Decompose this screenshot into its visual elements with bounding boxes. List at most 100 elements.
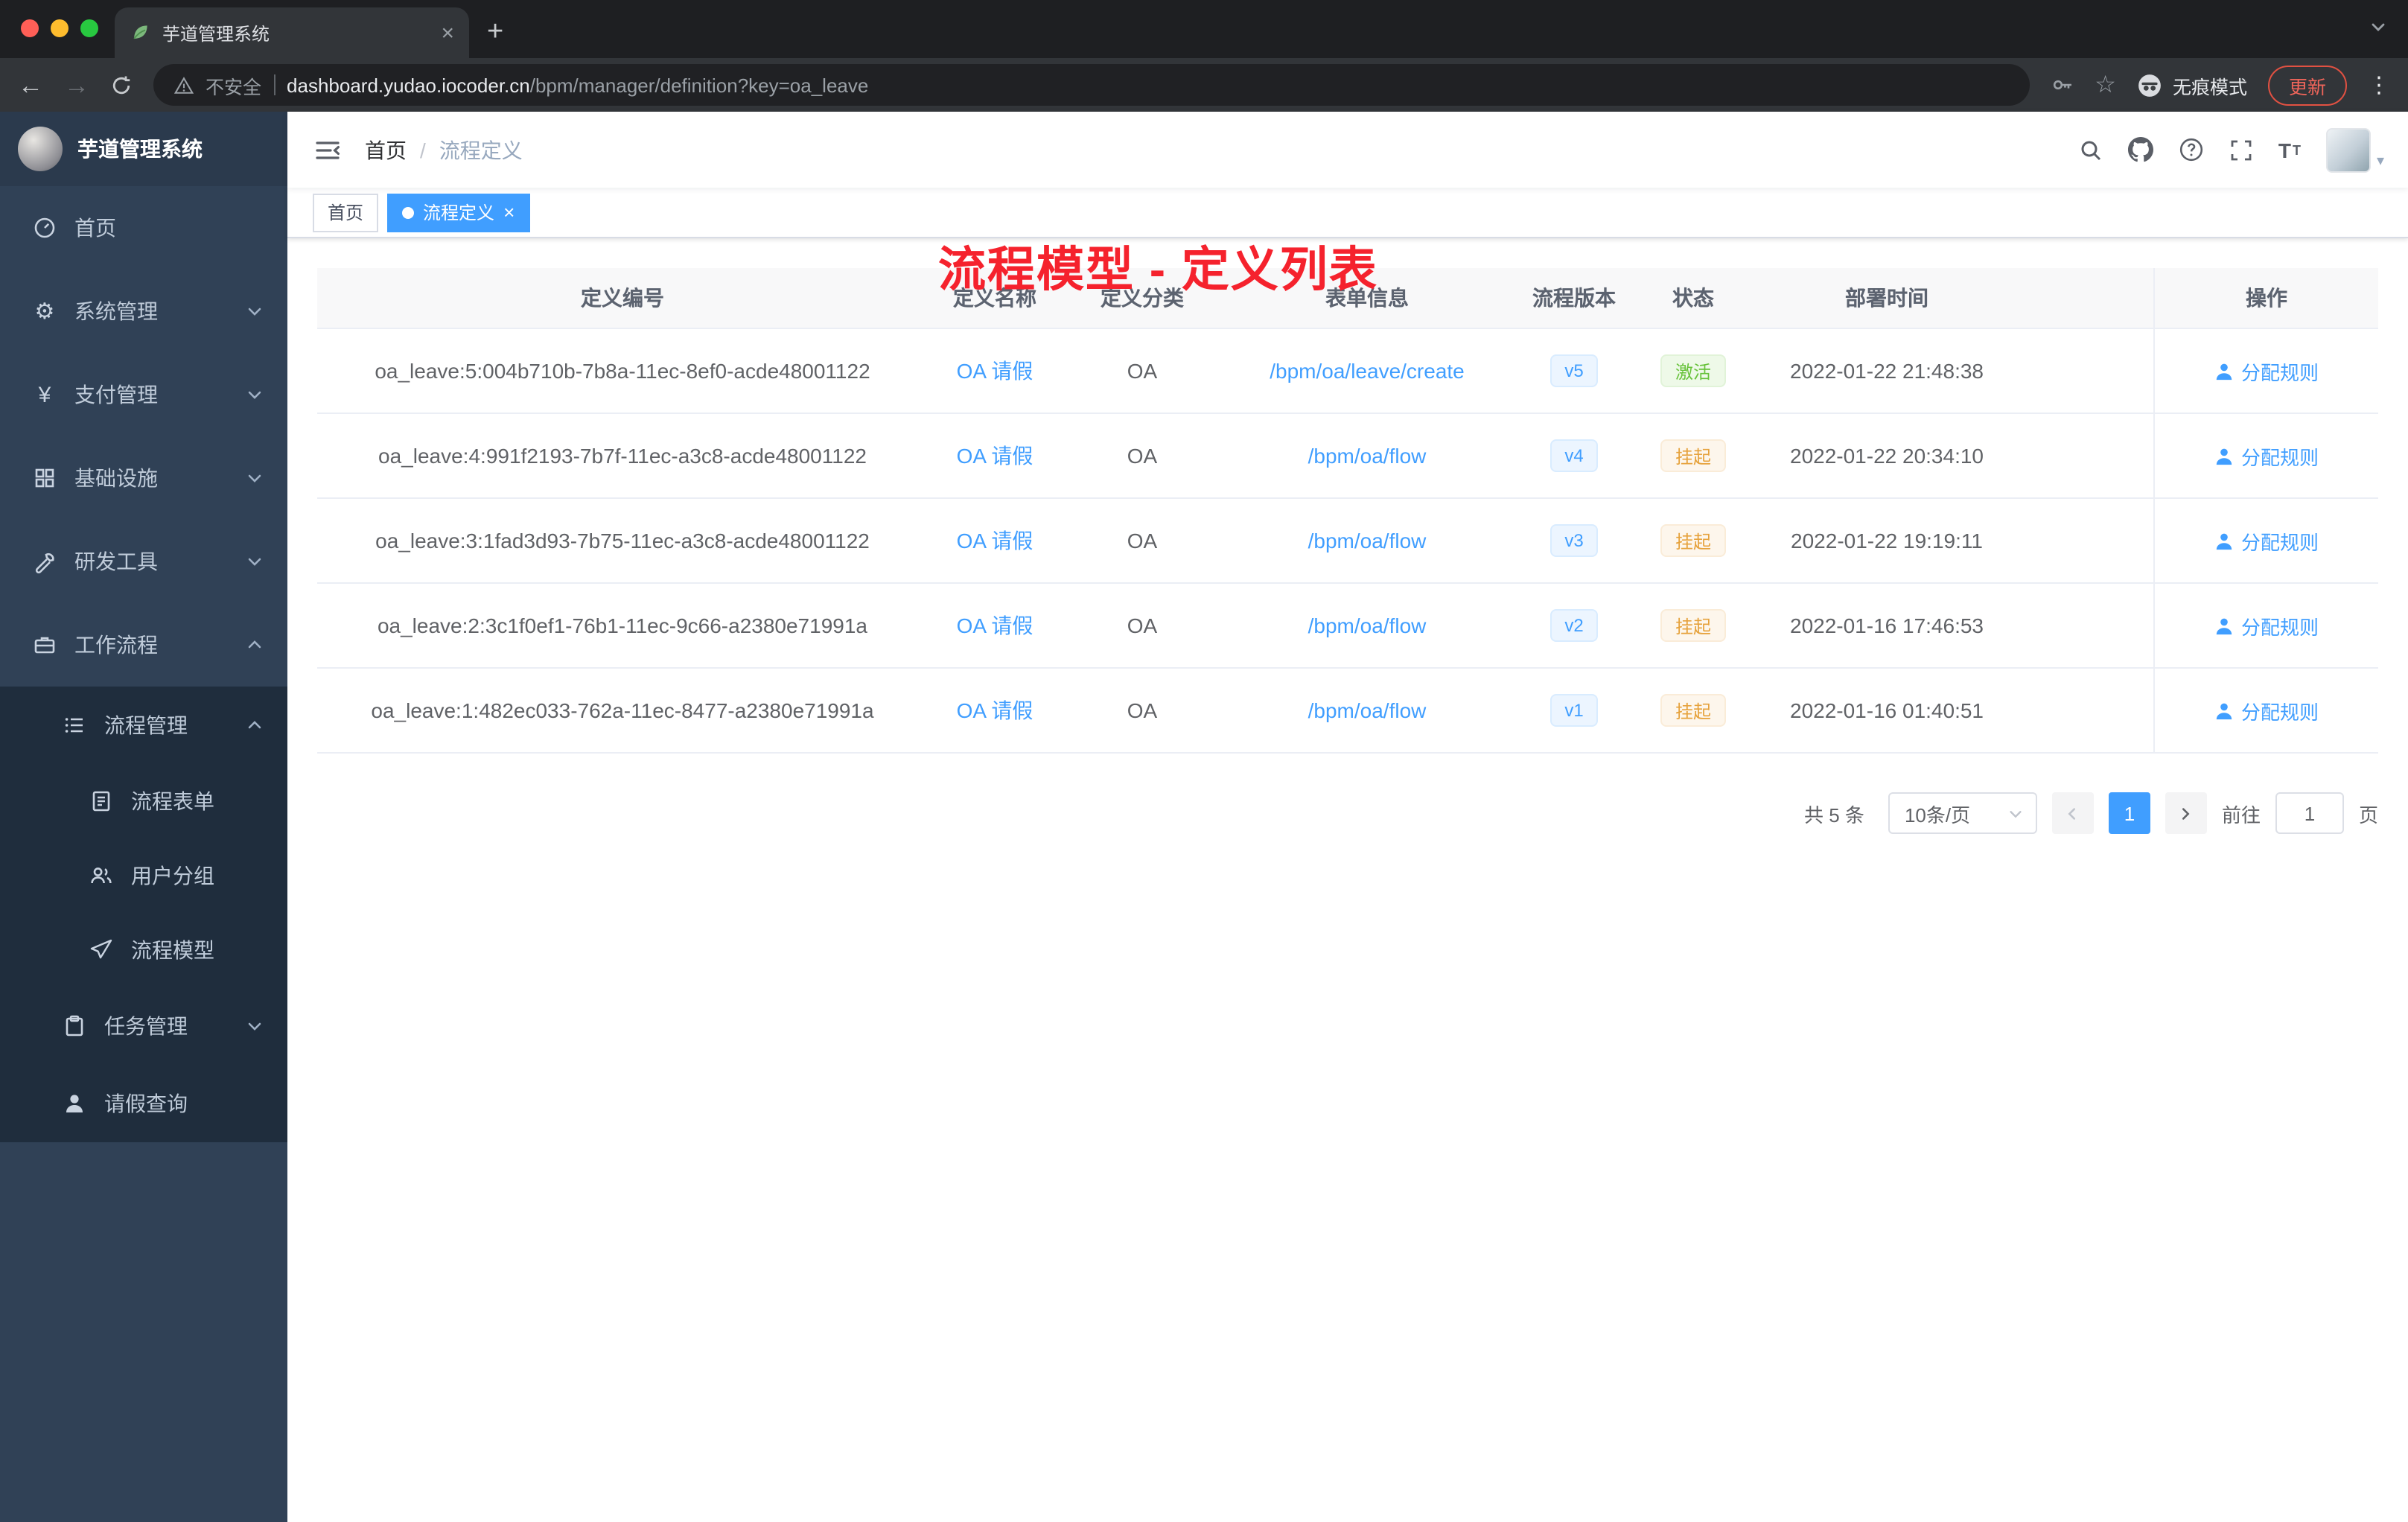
col-spacer [2024,268,2153,328]
github-icon[interactable] [2127,137,2153,162]
assign-rule-link[interactable]: 分配规则 [2214,357,2319,385]
definition-name-link[interactable]: OA 请假 [957,441,1033,471]
browser-toolbar: ← → 不安全 dashboard.yudao.iocoder.cn/bpm/m… [0,58,2408,112]
tab-close-icon[interactable]: × [441,22,454,44]
definition-id: oa_leave:2:3c1f0ef1-76b1-11ec-9c66-a2380… [377,614,867,637]
sidebar-item-infrastructure[interactable]: 基础设施 [0,436,287,520]
version-tag: v3 [1549,524,1599,557]
pagination-total: 共 5 条 [1804,803,1864,826]
sidebar-item-label: 首页 [74,216,116,240]
sidebar-item-process-model[interactable]: 流程模型 [0,913,287,987]
definition-name-link[interactable]: OA 请假 [957,611,1033,640]
definition-name-link[interactable]: OA 请假 [957,356,1033,386]
form-link[interactable]: /bpm/oa/flow [1308,614,1427,637]
new-tab-button[interactable]: + [487,16,503,49]
breadcrumb-home-link[interactable]: 首页 [365,135,407,165]
form-link[interactable]: /bpm/oa/flow [1308,698,1427,722]
status-tag: 激活 [1660,354,1726,387]
sidebar-item-leave-query[interactable]: 请假查询 [0,1065,287,1142]
definition-name-link[interactable]: OA 请假 [957,695,1033,725]
url-bar[interactable]: 不安全 dashboard.yudao.iocoder.cn/bpm/manag… [153,64,2030,106]
sidebar-item-user-group[interactable]: 用户分组 [0,838,287,913]
definition-id: oa_leave:1:482ec033-762a-11ec-8477-a2380… [371,698,874,722]
fullscreen-icon[interactable] [2229,138,2253,162]
prev-page-button[interactable] [2051,792,2094,834]
col-header: 流程版本 [1532,286,1616,310]
list-icon [63,713,86,737]
pagination: 共 5 条 10条/页 1 前往 页 [317,792,2378,834]
not-secure-label: 不安全 [206,77,262,98]
sidebar-logo: 芋道管理系统 [0,112,287,186]
form-link[interactable]: /bpm/oa/flow [1308,444,1427,468]
page-1-button[interactable]: 1 [2108,792,2150,834]
tag-close-icon[interactable]: × [503,203,515,222]
user-icon [2216,532,2232,550]
tags-view: 首页 流程定义 × [287,188,2408,238]
chrome-update-button[interactable]: 更新 [2267,65,2347,105]
breadcrumb-current: 流程定义 [439,138,523,162]
minimize-window-button[interactable] [51,19,69,37]
sidebar-item-system[interactable]: ⚙ 系统管理 [0,270,287,353]
version-tag: v2 [1549,609,1599,642]
user-icon [2216,702,2232,719]
sidebar-item-workflow[interactable]: 工作流程 [0,603,287,687]
sidebar-item-label: 基础设施 [74,466,158,490]
forward-button[interactable]: → [64,72,89,98]
sidebar-item-label: 用户分组 [131,864,214,888]
user-icon [2216,617,2232,634]
assign-rule-link[interactable]: 分配规则 [2214,442,2319,470]
incognito-badge[interactable]: 无痕模式 [2137,71,2247,99]
tab-search-chevron-icon[interactable] [2369,18,2387,36]
content-area: 定义编号 定义名称 定义分类 表单信息 流程版本 状态 部署时间 操作 oa_l… [287,238,2408,1522]
chevron-down-icon [246,1017,264,1035]
sidebar-item-task-management[interactable]: 任务管理 [0,987,287,1065]
status-tag: 挂起 [1660,694,1726,727]
sidebar-item-process-management[interactable]: 流程管理 [0,687,287,764]
logo-avatar [18,127,63,171]
goto-label: 前往 [2221,803,2261,826]
user-menu[interactable]: ▾ [2325,127,2384,172]
tag-process-definition[interactable]: 流程定义 × [387,193,530,232]
definition-name-link[interactable]: OA 请假 [957,526,1033,555]
tab-title: 芋道管理系统 [162,23,270,44]
avatar [2325,127,2371,172]
sidebar-item-label: 流程模型 [131,938,214,962]
breadcrumb-separator: / [420,138,426,162]
screen: 芋道管理系统 × + ← → 不安全 dashboard.yudao.iocod… [0,0,2408,1522]
sidebar-item-dev-tools[interactable]: 研发工具 [0,520,287,603]
gear-icon: ⚙ [34,299,55,324]
table-row: oa_leave:1:482ec033-762a-11ec-8477-a2380… [317,669,2378,754]
assign-rule-link[interactable]: 分配规则 [2214,611,2319,640]
back-button[interactable]: ← [18,72,43,98]
browser-menu-icon[interactable]: ⋮ [2368,74,2390,96]
zoom-window-button[interactable] [80,19,98,37]
chevron-down-icon [246,469,264,487]
sidebar-item-home[interactable]: 首页 [0,186,287,270]
assign-rule-link[interactable]: 分配规则 [2214,696,2319,725]
password-key-icon[interactable] [2050,73,2074,97]
search-icon[interactable] [2079,138,2103,162]
sidebar-item-label: 支付管理 [74,383,158,407]
form-link[interactable]: /bpm/oa/flow [1308,529,1427,553]
next-page-button[interactable] [2165,792,2207,834]
definition-id: oa_leave:5:004b710b-7b8a-11ec-8ef0-acde4… [375,359,870,383]
col-header: 定义编号 [581,286,664,310]
help-icon[interactable] [2179,137,2204,162]
assign-rule-link[interactable]: 分配规则 [2214,526,2319,555]
close-window-button[interactable] [21,19,39,37]
browser-tab[interactable]: 芋道管理系统 × [115,7,469,58]
chevron-down-icon [2007,805,2024,821]
logo-title: 芋道管理系统 [77,137,203,161]
reload-button[interactable] [110,74,133,96]
sidebar-item-process-form[interactable]: 流程表单 [0,764,287,838]
definition-category: OA [1127,359,1158,383]
paper-plane-icon [89,938,113,962]
page-size-select[interactable]: 10条/页 [1888,792,2037,834]
goto-page-input[interactable] [2275,792,2344,834]
form-link[interactable]: /bpm/oa/leave/create [1270,359,1465,383]
bookmark-star-icon[interactable]: ☆ [2095,70,2116,100]
tag-home[interactable]: 首页 [313,193,379,232]
sidebar-item-payment[interactable]: ¥ 支付管理 [0,353,287,436]
font-size-icon[interactable]: TT [2278,138,2301,162]
hamburger-icon[interactable] [314,138,341,162]
